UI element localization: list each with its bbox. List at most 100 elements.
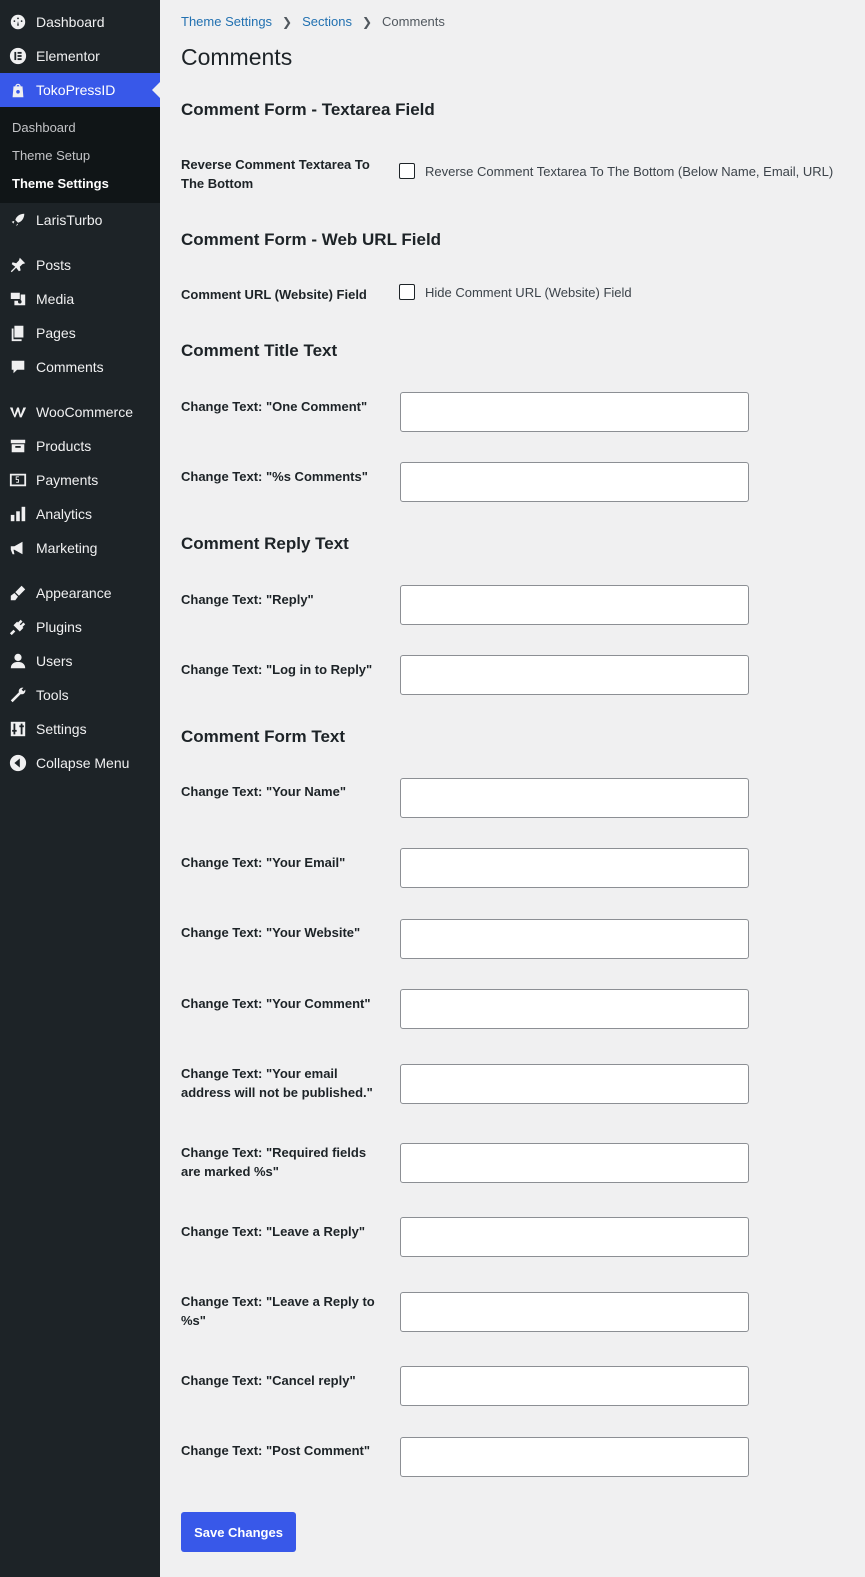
row-label: Change Text: "One Comment" — [181, 399, 368, 414]
checkbox-label: Reverse Comment Textarea To The Bottom (… — [425, 163, 834, 179]
menu-label: Marketing — [36, 540, 98, 556]
your-website-input[interactable] — [400, 919, 749, 959]
wrench-icon — [8, 685, 28, 705]
paintbrush-icon — [8, 583, 28, 603]
menu-item-appearance[interactable]: Appearance — [0, 576, 160, 610]
elementor-icon — [8, 46, 28, 66]
menu-item-dashboard[interactable]: Dashboard — [0, 5, 160, 39]
row-label: Change Text: "Cancel reply" — [181, 1373, 356, 1388]
post-comment-input[interactable] — [400, 1437, 749, 1477]
section-title-comment-title: Comment Title Text — [181, 341, 338, 360]
row-label: Change Text: "%s Comments" — [181, 469, 368, 484]
section-title-comment-form: Comment Form Text — [181, 727, 346, 746]
menu-item-marketing[interactable]: Marketing — [0, 531, 160, 565]
tokopressid-submenu: Dashboard Theme Setup Theme Settings — [0, 107, 160, 203]
row-label: Change Text: "Required fields are marked… — [181, 1145, 367, 1179]
menu-label: Collapse Menu — [36, 755, 130, 771]
row-label: Change Text: "Your Website" — [181, 925, 361, 940]
section-title-comment-reply: Comment Reply Text — [181, 534, 349, 553]
menu-label: Plugins — [36, 619, 82, 635]
admin-sidebar: Dashboard Elementor TokoPressID Dashboar… — [0, 0, 160, 1577]
your-email-input[interactable] — [400, 848, 749, 888]
breadcrumb-current: Comments — [382, 14, 445, 29]
row-label: Change Text: "Post Comment" — [181, 1443, 371, 1458]
hide-url-option[interactable]: Hide Comment URL (Website) Field — [399, 284, 632, 300]
row-label: Change Text: "Your email address will no… — [181, 1066, 373, 1100]
submenu-item-theme-settings[interactable]: Theme Settings — [12, 176, 109, 191]
chevron-right-icon: ❯ — [361, 14, 373, 29]
menu-label: Settings — [36, 721, 87, 737]
hide-url-checkbox[interactable] — [399, 284, 415, 300]
collapse-icon — [8, 753, 28, 773]
submenu-item-theme-setup[interactable]: Theme Setup — [12, 148, 90, 163]
bar-chart-icon — [8, 504, 28, 524]
your-comment-input[interactable] — [400, 989, 749, 1029]
your-name-input[interactable] — [400, 778, 749, 818]
row-label: Change Text: "Log in to Reply" — [181, 662, 373, 677]
pages-icon — [8, 323, 28, 343]
row-label: Change Text: "Your Comment" — [181, 996, 371, 1011]
reverse-textarea-option[interactable]: Reverse Comment Textarea To The Bottom (… — [399, 163, 833, 179]
menu-label: Dashboard — [36, 14, 105, 30]
save-changes-button[interactable]: Save Changes — [181, 1512, 296, 1552]
comments-count-input[interactable] — [400, 462, 749, 502]
menu-item-pages[interactable]: Pages — [0, 316, 160, 350]
reverse-textarea-checkbox[interactable] — [399, 163, 415, 179]
menu-item-media[interactable]: Media — [0, 282, 160, 316]
breadcrumb-link-theme-settings[interactable]: Theme Settings — [181, 14, 272, 29]
row-label: Change Text: "Your Name" — [181, 784, 346, 799]
menu-label: WooCommerce — [36, 404, 133, 420]
menu-item-products[interactable]: Products — [0, 429, 160, 463]
menu-item-comments[interactable]: Comments — [0, 350, 160, 384]
submenu-item-dashboard[interactable]: Dashboard — [12, 120, 76, 135]
row-label: Change Text: "Your Email" — [181, 855, 346, 870]
menu-item-tools[interactable]: Tools — [0, 678, 160, 712]
settings-icon — [8, 719, 28, 739]
menu-item-tokopressid[interactable]: TokoPressID — [0, 73, 160, 107]
menu-label: Comments — [36, 359, 104, 375]
menu-item-elementor[interactable]: Elementor — [0, 39, 160, 73]
rocket-icon — [8, 210, 28, 230]
menu-label: Elementor — [36, 48, 100, 64]
menu-label: LarisTurbo — [36, 212, 103, 228]
row-label: Change Text: "Leave a Reply to %s" — [181, 1294, 375, 1328]
payment-icon — [8, 470, 28, 490]
row-label: Change Text: "Reply" — [181, 592, 314, 607]
menu-item-plugins[interactable]: Plugins — [0, 610, 160, 644]
woocommerce-icon — [8, 402, 28, 422]
breadcrumb: Theme Settings ❯ Sections ❯ Comments — [181, 14, 445, 29]
menu-label: Payments — [36, 472, 99, 488]
menu-item-woocommerce[interactable]: WooCommerce — [0, 395, 160, 429]
email-not-published-input[interactable] — [400, 1064, 749, 1104]
menu-item-settings[interactable]: Settings — [0, 712, 160, 746]
breadcrumb-link-sections[interactable]: Sections — [302, 14, 352, 29]
megaphone-icon — [8, 538, 28, 558]
login-to-reply-input[interactable] — [400, 655, 749, 695]
menu-label: TokoPressID — [36, 82, 116, 98]
user-icon — [8, 651, 28, 671]
chevron-right-icon: ❯ — [282, 14, 293, 29]
menu-item-payments[interactable]: Payments — [0, 463, 160, 497]
media-icon — [8, 289, 28, 309]
leave-a-reply-to-input[interactable] — [400, 1292, 749, 1332]
required-fields-input[interactable] — [400, 1143, 749, 1183]
reply-input[interactable] — [400, 585, 749, 625]
archive-icon — [8, 436, 28, 456]
cancel-reply-input[interactable] — [400, 1366, 749, 1406]
menu-item-laristurbo[interactable]: LarisTurbo — [0, 203, 160, 237]
leave-a-reply-input[interactable] — [400, 1217, 749, 1257]
one-comment-input[interactable] — [400, 392, 749, 432]
menu-item-users[interactable]: Users — [0, 644, 160, 678]
row-label: Change Text: "Leave a Reply" — [181, 1224, 366, 1239]
checkbox-label: Hide Comment URL (Website) Field — [425, 284, 632, 300]
menu-label: Tools — [36, 687, 69, 703]
menu-label: Appearance — [36, 585, 112, 601]
section-title-web-url: Comment Form - Web URL Field — [181, 230, 442, 249]
menu-item-analytics[interactable]: Analytics — [0, 497, 160, 531]
menu-item-posts[interactable]: Posts — [0, 248, 160, 282]
dashboard-icon — [8, 12, 28, 32]
menu-label: Pages — [36, 325, 76, 341]
page-title: Comments — [181, 44, 293, 70]
plugin-icon — [8, 617, 28, 637]
menu-item-collapse[interactable]: Collapse Menu — [0, 746, 160, 780]
